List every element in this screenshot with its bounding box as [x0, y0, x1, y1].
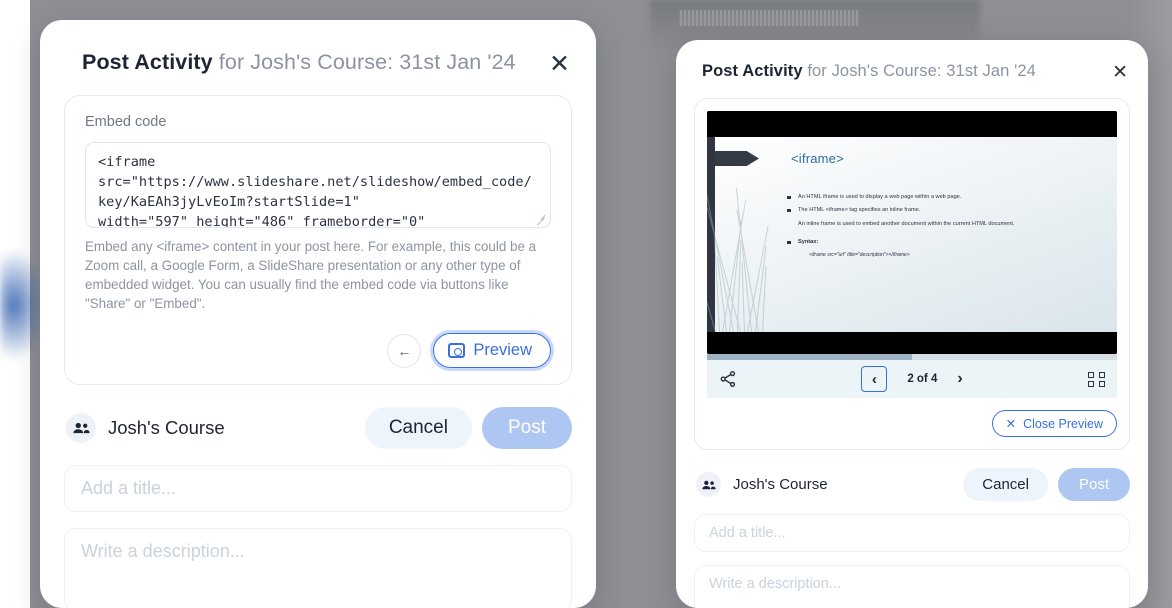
description-input-right[interactable] [694, 565, 1130, 608]
embed-code-value: <iframe src="https://www.slideshare.net/… [98, 154, 532, 228]
post-button-right[interactable]: Post [1057, 468, 1130, 501]
course-name-right: Josh's Course [733, 476, 828, 493]
slide-content: <iframe> An HTML iframe is used to displ… [707, 137, 1117, 332]
slide-navigation: ‹ 2 of 4 › [707, 366, 1117, 392]
slide-bullet-list: An HTML iframe is used to display a web … [787, 193, 1103, 258]
post-activity-modal-right: Post Activity for Josh's Course: 31st Ja… [676, 40, 1148, 608]
backdrop-dot-texture [680, 10, 860, 26]
slide-frame: <iframe> An HTML iframe is used to displ… [707, 111, 1117, 354]
slide-bullet: The HTML <iframe> tag specifies an inlin… [787, 206, 1103, 214]
bullet-dot-icon [787, 209, 791, 212]
composer-actions-left: Cancel Post [364, 407, 572, 450]
embed-code-textarea[interactable]: <iframe src="https://www.slideshare.net/… [85, 142, 551, 228]
page-title-rest-right: for Josh's Course: 31st Jan '24 [802, 62, 1036, 80]
slide-toolbar: ‹ 2 of 4 › [707, 360, 1117, 398]
slide-arrow-shape [715, 151, 759, 166]
bullet-dot-icon [787, 196, 791, 199]
page-title-strong-right: Post Activity [702, 62, 803, 80]
slide-grass-decoration [707, 171, 769, 332]
slide-syntax-label: Syntax: [798, 239, 819, 246]
close-preview-label: Close Preview [1023, 416, 1103, 431]
right-pane: Post Activity for Josh's Course: 31st Ja… [620, 0, 1172, 608]
description-input[interactable] [64, 528, 572, 608]
slide-title: <iframe> [791, 151, 844, 166]
page-title-strong: Post Activity [82, 50, 213, 74]
close-icon[interactable]: ✕ [549, 52, 570, 77]
slide-letterbox-top [707, 111, 1117, 137]
embed-code-card: Embed code <iframe src="https://www.slid… [64, 95, 572, 386]
cancel-button[interactable]: Cancel [364, 407, 472, 450]
page-title-right: Post Activity for Josh's Course: 31st Ja… [702, 62, 1036, 81]
slide-syntax-code: <iframe src="url" title="description"></… [809, 251, 910, 258]
fullscreen-icon[interactable] [1088, 371, 1105, 387]
people-icon [66, 413, 96, 444]
resize-handle-icon[interactable] [535, 213, 547, 225]
slide-counter: 2 of 4 [907, 373, 938, 385]
close-icon-small: ✕ [1005, 417, 1017, 431]
embed-card-actions: ← Preview [85, 333, 551, 369]
modal-header-right: Post Activity for Josh's Course: 31st Ja… [676, 40, 1148, 92]
chevron-left-icon[interactable]: ‹ [861, 366, 888, 392]
course-name: Josh's Course [108, 417, 225, 439]
embed-code-label: Embed code [85, 114, 167, 130]
slide-plain-line: An inline frame is used to embed another… [798, 220, 1015, 227]
composer-actions-right: Cancel Post [963, 468, 1130, 501]
title-input-right[interactable] [694, 514, 1130, 552]
close-preview-row: ✕ Close Preview [707, 410, 1117, 437]
post-activity-modal-left: Post Activity for Josh's Course: 31st Ja… [40, 20, 596, 608]
course-row-left: Josh's Course Cancel Post [40, 385, 596, 450]
left-pane: Post Activity for Josh's Course: 31st Ja… [0, 0, 620, 608]
modal-body-right: Post Activity for Josh's Course: 31st Ja… [676, 40, 1148, 608]
course-row-right: Josh's Course Cancel Post [676, 450, 1148, 501]
post-button[interactable]: Post [481, 407, 572, 450]
modal-body-left: Post Activity for Josh's Course: 31st Ja… [40, 20, 596, 608]
slide-bullet-text: The HTML <iframe> tag specifies an inlin… [798, 207, 921, 214]
embed-code-help-text: Embed any <iframe> content in your post … [85, 239, 537, 312]
cancel-button-right[interactable]: Cancel [963, 468, 1048, 501]
slide-bullet-text: An HTML iframe is used to display a web … [798, 194, 962, 200]
camera-icon [448, 343, 466, 359]
modal-header-left: Post Activity for Josh's Course: 31st Ja… [40, 20, 596, 91]
page-title-rest: for Josh's Course: 31st Jan '24 [212, 50, 516, 74]
slide-bullet: Syntax: [787, 238, 1103, 246]
preview-button[interactable]: Preview [433, 333, 551, 369]
close-icon-right[interactable]: ✕ [1112, 63, 1128, 82]
title-input[interactable] [64, 465, 572, 513]
chevron-right-icon[interactable]: › [957, 370, 962, 388]
slide-preview-card: <iframe> An HTML iframe is used to displ… [694, 98, 1130, 450]
back-button[interactable]: ← [387, 333, 422, 368]
preview-button-label: Preview [473, 341, 532, 360]
screenshot-stage: Post Activity for Josh's Course: 31st Ja… [0, 0, 1172, 608]
page-title: Post Activity for Josh's Course: 31st Ja… [82, 50, 516, 75]
slide-letterbox-bottom [707, 332, 1117, 354]
close-preview-button[interactable]: ✕ Close Preview [991, 410, 1117, 437]
slide-bullet: An HTML iframe is used to display a web … [787, 193, 1103, 201]
bullet-dot-icon [787, 241, 791, 244]
people-icon-right [696, 472, 721, 497]
